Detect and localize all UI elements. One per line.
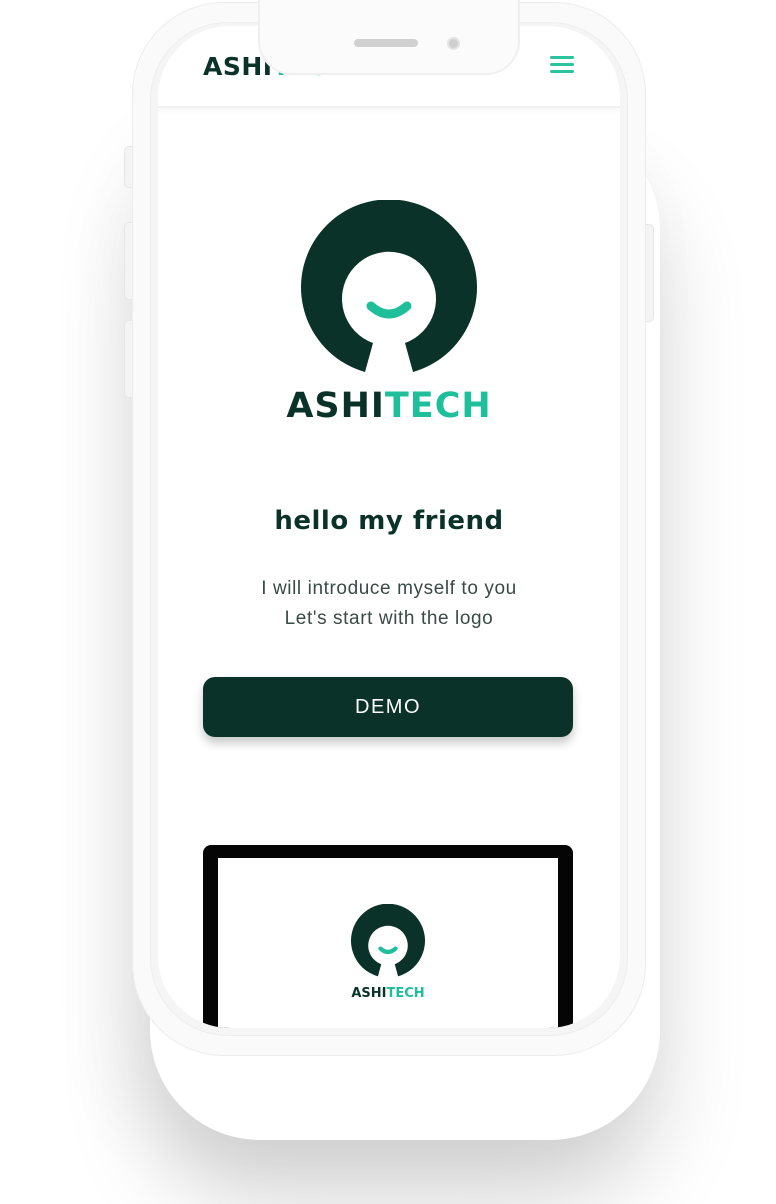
hero-logo-text: ASHITECH	[158, 386, 620, 426]
preview-logo-text: ASHITECH	[218, 986, 558, 1001]
hero-intro: I will introduce myself to you Let's sta…	[158, 574, 620, 634]
phone-camera	[447, 37, 460, 50]
phone-notch	[258, 0, 520, 75]
phone-speaker	[354, 39, 418, 47]
preview-screen: ASHITECH	[218, 858, 558, 1028]
phone-screen: ASHITECH ASHITECH hello my friend I will…	[158, 26, 620, 1028]
preview-device-frame: ASHITECH	[203, 845, 573, 1028]
preview-logo-part1: ASHI	[351, 986, 387, 1001]
hero-intro-line2: Let's start with the logo	[284, 608, 494, 629]
preview-logo-icon	[351, 904, 425, 977]
demo-button[interactable]: DEMO	[203, 677, 573, 737]
hero-intro-line1: I will introduce myself to you	[261, 578, 517, 599]
hero-logo-part1: ASHI	[286, 386, 385, 426]
hero-headline: hello my friend	[274, 506, 504, 536]
ashitech-logo-icon	[301, 200, 477, 372]
hero-logo-part2: TECH	[384, 386, 492, 426]
hamburger-menu-icon[interactable]	[550, 54, 574, 76]
preview-logo-part2: TECH	[386, 986, 425, 1001]
